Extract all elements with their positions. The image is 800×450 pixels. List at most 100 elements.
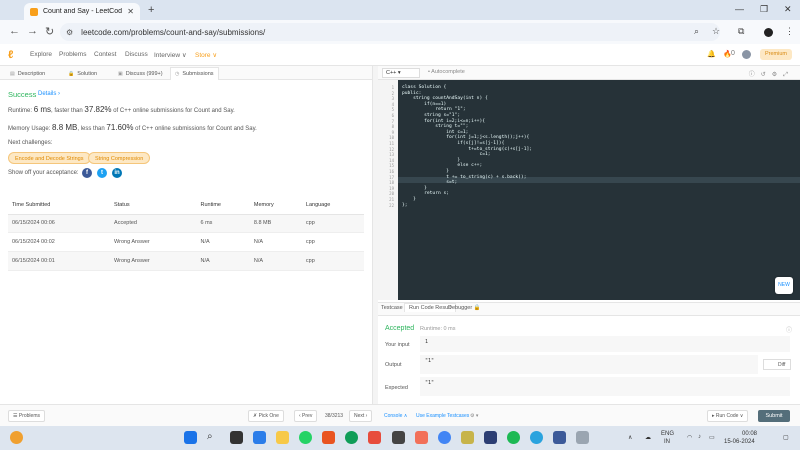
twitter-icon[interactable]: t [97, 168, 107, 178]
wifi-icon[interactable]: ◠ [687, 434, 692, 441]
app-icon[interactable] [484, 431, 497, 444]
close-window-icon[interactable]: ✕ [784, 4, 792, 15]
new-tab-button[interactable]: + [148, 4, 154, 16]
code-line[interactable]: } [402, 197, 416, 202]
code-line[interactable]: string t=""; [402, 124, 468, 129]
code-line[interactable]: return s; [402, 191, 449, 196]
tab-description[interactable]: ▤ Description [6, 69, 49, 79]
leetcode-logo-icon[interactable]: ℓ [8, 49, 18, 61]
table-row[interactable]: 06/15/2024 00:06 Accepted 6 ms 8.8 MB cp… [8, 214, 364, 234]
file-explorer-icon[interactable] [276, 431, 289, 444]
cell-status[interactable]: Wrong Answer [110, 232, 197, 252]
app-icon[interactable] [322, 431, 335, 444]
pick-one-button[interactable]: ✗ Pick One [248, 410, 284, 422]
code-line[interactable]: } [402, 169, 449, 174]
menu-icon[interactable]: ⋮ [785, 26, 794, 37]
code-line[interactable]: t += to_string(c) + s.back(); [402, 175, 526, 180]
vscode-icon[interactable] [253, 431, 266, 444]
cell-status[interactable]: Wrong Answer [110, 251, 197, 271]
nav-store[interactable]: Store ∨ [195, 51, 217, 59]
notification-bell-icon[interactable]: 🔔 [707, 50, 716, 58]
details-link[interactable]: Details › [38, 91, 60, 97]
app-icon[interactable] [392, 431, 405, 444]
code-line[interactable]: for(int j=1;j<s.length();j++){ [402, 135, 529, 140]
browser-tab[interactable]: Count and Say - LeetCode ✕ [24, 3, 140, 20]
code-line[interactable]: string countAndSay(int n) { [402, 96, 488, 101]
cloud-icon[interactable]: ☁ [645, 434, 651, 441]
editor-tool-icons[interactable]: ⓘ↺⚙⤢ [749, 69, 794, 79]
clock-time[interactable]: 00:08 [742, 431, 757, 437]
diff-toggle[interactable]: Diff [763, 359, 791, 370]
back-icon[interactable]: ← [9, 25, 20, 37]
challenge-chip[interactable]: Encode and Decode Strings [8, 152, 91, 164]
whatsapp-icon[interactable] [299, 431, 312, 444]
challenge-chip[interactable]: String Compression [88, 152, 151, 164]
task-view-icon[interactable] [230, 431, 243, 444]
search-icon[interactable]: ⌕ [207, 431, 220, 444]
facebook-icon[interactable]: f [82, 168, 92, 178]
app-icon[interactable] [576, 431, 589, 444]
nav-explore[interactable]: Explore [30, 51, 52, 58]
close-tab-icon[interactable]: ✕ [127, 7, 134, 16]
tab-discuss[interactable]: ▣ Discuss (999+) [114, 69, 167, 79]
table-row[interactable]: 06/15/2024 00:01 Wrong Answer N/A N/A cp… [8, 251, 364, 271]
tab-solution[interactable]: 🔒 Solution [64, 69, 101, 79]
code-line[interactable]: return "1"; [402, 107, 465, 112]
nav-problems[interactable]: Problems [59, 51, 86, 58]
code-line[interactable]: string s="1"; [402, 113, 460, 118]
avatar[interactable] [742, 50, 751, 59]
code-line[interactable]: for(int i=2;i<=n;i++){ [402, 119, 485, 124]
nav-interview[interactable]: Interview ∨ [154, 51, 187, 59]
use-example-testcases-link[interactable]: Use Example Testcases [416, 413, 469, 419]
premium-button[interactable]: Premium [760, 49, 792, 60]
language-bottom[interactable]: IN [664, 439, 670, 445]
code-line[interactable]: if(s[j]!=s[j-1]){ [402, 141, 504, 146]
tab-debugger[interactable]: Debugger 🔒 [448, 305, 481, 311]
console-button[interactable]: Console ∧ [384, 413, 407, 419]
app-icon[interactable] [368, 431, 381, 444]
tab-submissions[interactable]: ◷ Submissions [170, 67, 219, 80]
search-icon[interactable]: ⌕ [694, 26, 699, 37]
app-icon[interactable] [461, 431, 474, 444]
cell-status[interactable]: Accepted [110, 214, 197, 234]
reload-icon[interactable]: ↻ [45, 25, 54, 38]
volume-icon[interactable]: ♪ [698, 434, 701, 440]
forward-icon[interactable]: → [27, 25, 38, 37]
nav-discuss[interactable]: Discuss [125, 51, 148, 58]
next-button[interactable]: Next › [349, 410, 373, 422]
app-icon[interactable] [553, 431, 566, 444]
prev-button[interactable]: ‹ Prev [294, 410, 318, 422]
chrome-icon[interactable] [438, 431, 451, 444]
restore-icon[interactable]: ❐ [760, 4, 768, 15]
language-select[interactable]: C++ ▾ [382, 68, 420, 78]
minimize-icon[interactable]: — [735, 4, 744, 14]
bookmark-star-icon[interactable]: ☆ [712, 26, 720, 37]
edge-icon[interactable] [345, 431, 358, 444]
autocomplete-toggle[interactable]: • Autocomplete [428, 69, 465, 75]
code-line[interactable]: class Solution { [402, 85, 446, 90]
battery-icon[interactable]: ▭ [709, 434, 715, 441]
extensions-icon[interactable]: ⧉ [738, 26, 744, 37]
clock-date[interactable]: 15-06-2024 [724, 439, 755, 445]
code-line[interactable]: public: [402, 91, 421, 96]
language-top[interactable]: ENG [661, 431, 674, 437]
notification-icon[interactable]: ▢ [783, 434, 789, 441]
new-feature-button[interactable]: NEW [775, 277, 793, 294]
spotify-icon[interactable] [507, 431, 520, 444]
windows-start-icon[interactable] [184, 431, 197, 444]
run-code-button[interactable]: ▸ Run Code ∨ [707, 410, 749, 422]
tab-testcase[interactable]: Testcase [381, 305, 403, 311]
code-line[interactable]: s=t; [402, 180, 457, 185]
table-row[interactable]: 06/15/2024 00:02 Wrong Answer N/A N/A cp… [8, 232, 364, 252]
profile-icon[interactable] [764, 28, 773, 37]
linkedin-icon[interactable]: in [112, 168, 122, 178]
app-icon[interactable] [415, 431, 428, 444]
url-input[interactable]: ⚙ leetcode.com/problems/count-and-say/su… [60, 23, 720, 41]
code-line[interactable]: c=1; [402, 152, 490, 157]
code-line[interactable]: else c++; [402, 163, 482, 168]
code-line[interactable]: }; [402, 203, 408, 208]
telegram-icon[interactable] [530, 431, 543, 444]
submit-button[interactable]: Submit [758, 410, 790, 422]
tray-chevron-icon[interactable]: ∧ [628, 434, 632, 441]
weather-icon[interactable] [10, 431, 23, 444]
